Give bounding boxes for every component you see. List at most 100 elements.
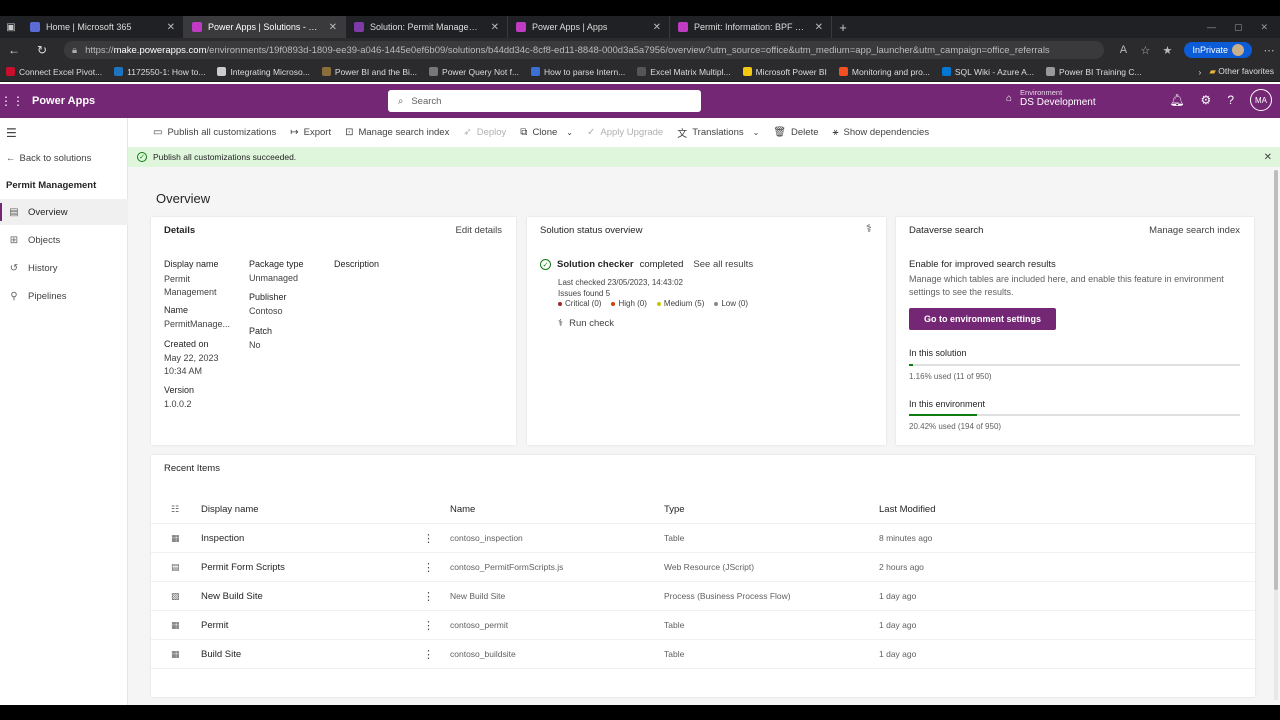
table-row[interactable]: ▤ Permit Form Scripts ⋮ contoso_PermitFormS… (151, 553, 1255, 582)
window-menu-icon[interactable]: ▣ (0, 16, 22, 38)
inprivate-badge[interactable]: InPrivate (1184, 42, 1252, 58)
apply-upgrade-button[interactable]: ✓ Apply Upgrade (582, 127, 668, 138)
sidebar-item-pipelines[interactable]: ⚲ Pipelines (0, 283, 128, 309)
table-row[interactable]: ▦ Build Site ⋮ contoso_buildsite Table 1 day … (151, 640, 1255, 669)
favorite-link[interactable]: Microsoft Power BI (737, 67, 833, 77)
refresh-icon[interactable]: ↻ (28, 43, 56, 57)
favorite-link[interactable]: Excel Matrix Multipl... (631, 67, 736, 77)
maximize-icon[interactable]: ▢ (1234, 22, 1243, 33)
app-name[interactable]: Power Apps (32, 95, 95, 107)
sidebar-item-objects[interactable]: ⊞ Objects (0, 227, 128, 253)
deploy-button[interactable]: ➶ Deploy (458, 127, 511, 138)
favorite-link[interactable]: Integrating Microso... (211, 67, 315, 77)
high-count: High (0) (618, 299, 647, 308)
add-favorite-icon[interactable]: ☆ (1134, 44, 1156, 57)
minimize-icon[interactable]: — (1207, 22, 1216, 33)
edit-details-link[interactable]: Edit details (456, 225, 502, 236)
row-display-name[interactable]: Permit (201, 620, 228, 631)
favorite-link[interactable]: Power Query Not f... (423, 67, 525, 77)
browser-tab[interactable]: Power Apps | Solutions - Permit Manageme… (184, 16, 346, 38)
row-display-name[interactable]: Permit Form Scripts (201, 562, 285, 573)
column-header-last-modified[interactable]: Last Modified (879, 504, 936, 515)
close-tab-icon[interactable]: ✕ (329, 22, 337, 33)
favorite-label: Microsoft Power BI (755, 66, 827, 77)
publish-all-button[interactable]: ▭ Publish all customizations (148, 127, 281, 138)
tab-favicon-icon (30, 22, 40, 32)
user-avatar[interactable]: MA (1250, 89, 1272, 111)
inprivate-label: InPrivate (1192, 45, 1228, 55)
close-tab-icon[interactable]: ✕ (167, 22, 175, 33)
notifications-icon[interactable]: 🔔︎ (1169, 93, 1184, 107)
back-arrow-icon[interactable]: ← (0, 43, 28, 57)
table-row[interactable]: ▧ New Build Site ⋮ New Build Site Process (B… (151, 582, 1255, 611)
back-label: Back to solutions (19, 153, 92, 164)
browser-tab[interactable]: Solution: Permit Management - Power Apps… (346, 16, 508, 38)
column-header-display-name[interactable]: Display name (201, 504, 259, 515)
stethoscope-icon[interactable]: ⚕ (866, 222, 872, 235)
vertical-scrollbar[interactable] (1274, 170, 1278, 700)
row-name: contoso_PermitFormScripts.js (450, 562, 564, 572)
table-row[interactable]: ▦ Inspection ⋮ contoso_inspection Table 8 min… (151, 524, 1255, 553)
export-button[interactable]: ↦ Export (285, 127, 336, 138)
new-tab-icon[interactable]: + (832, 20, 854, 35)
favorites-overflow: › ▰ Other favorites (1199, 66, 1280, 77)
settings-gear-icon[interactable]: ⚙ (1201, 93, 1212, 107)
favorite-link[interactable]: Monitoring and pro... (833, 67, 936, 77)
help-icon[interactable]: ? (1227, 93, 1234, 107)
sidebar-item-history[interactable]: ↺ History (0, 255, 128, 281)
clone-button[interactable]: ⧉ Clone ⌄ (515, 127, 578, 138)
favorite-link[interactable]: SQL Wiki - Azure A... (936, 67, 1040, 77)
back-to-solutions-link[interactable]: ← Back to solutions (6, 153, 91, 164)
app-launcher-icon[interactable]: ⋮⋮ (0, 94, 24, 108)
more-options-icon[interactable]: ⋮ (423, 590, 434, 603)
see-all-results-link[interactable]: See all results (693, 259, 753, 270)
favorite-favicon-icon (429, 67, 439, 76)
more-options-icon[interactable]: ⋮ (423, 619, 434, 632)
go-to-environment-settings-button[interactable]: Go to environment settings (909, 308, 1056, 330)
close-window-icon[interactable]: ✕ (1260, 22, 1268, 33)
search-box[interactable]: ⌕ Search (388, 90, 701, 112)
url-field[interactable]: 🔒︎ https://make.powerapps.com/environmen… (64, 41, 1105, 59)
chevron-down-icon: ⌄ (566, 127, 573, 137)
show-dependencies-button[interactable]: ⚹ Show dependencies (828, 127, 935, 138)
browser-tab[interactable]: Power Apps | Apps ✕ (508, 16, 670, 38)
favorite-link[interactable]: Connect Excel Pivot... (0, 67, 108, 77)
column-header-name[interactable]: Name (450, 504, 475, 515)
sidebar-item-overview[interactable]: ▤ Overview (0, 199, 128, 225)
favorite-link[interactable]: 1172550-1: How to... (108, 67, 211, 77)
row-type-icon: ▦ (171, 648, 180, 659)
column-header-type[interactable]: Type (664, 504, 685, 515)
run-check-button[interactable]: ⚕ Run check (558, 318, 614, 329)
browser-tab[interactable]: Permit: Information: BPF Permit - Power … (670, 16, 832, 38)
other-favorites-label: Other favorites (1218, 66, 1274, 76)
row-display-name[interactable]: New Build Site (201, 591, 263, 602)
more-options-icon[interactable]: ⋮ (423, 532, 434, 545)
favorite-link[interactable]: Power BI and the Bi... (316, 67, 423, 77)
browser-tab[interactable]: Home | Microsoft 365 ✕ (22, 16, 184, 38)
favorite-link[interactable]: How to parse Intern... (525, 67, 631, 77)
read-aloud-icon[interactable]: A (1112, 44, 1134, 56)
more-options-icon[interactable]: ⋮ (423, 561, 434, 574)
translations-button[interactable]: 文 Translations ⌄ (672, 125, 764, 140)
table-row[interactable]: ▦ Permit ⋮ contoso_permit Table 1 day ago (151, 611, 1255, 640)
url-path: /environments/19f0893d-1809-ee39-a046-14… (206, 44, 1050, 56)
scrollbar-thumb[interactable] (1274, 170, 1278, 590)
row-display-name[interactable]: Build Site (201, 649, 241, 660)
list-view-icon[interactable]: ☷ (171, 504, 179, 515)
favorite-link[interactable]: Power BI Training C... (1040, 67, 1148, 77)
favorites-icon[interactable]: ★ (1156, 44, 1178, 57)
more-menu-icon[interactable]: ⋯ (1258, 44, 1280, 57)
delete-button[interactable]: 🗑︎ Delete (768, 127, 823, 138)
environment-picker[interactable]: ⌂ Environment DS Development (1006, 88, 1096, 108)
other-favorites-link[interactable]: ▰ Other favorites (1209, 66, 1274, 77)
close-tab-icon[interactable]: ✕ (491, 22, 499, 33)
row-display-name[interactable]: Inspection (201, 533, 244, 544)
dismiss-banner-icon[interactable]: ✕ (1264, 152, 1272, 163)
more-options-icon[interactable]: ⋮ (423, 648, 434, 661)
chevron-right-icon[interactable]: › (1199, 67, 1202, 77)
manage-search-index-link[interactable]: Manage search index (1149, 225, 1240, 236)
close-tab-icon[interactable]: ✕ (815, 22, 823, 33)
manage-search-index-button[interactable]: ⊡ Manage search index (340, 127, 454, 138)
close-tab-icon[interactable]: ✕ (653, 22, 661, 33)
hamburger-menu-icon[interactable]: ☰ (6, 126, 17, 140)
